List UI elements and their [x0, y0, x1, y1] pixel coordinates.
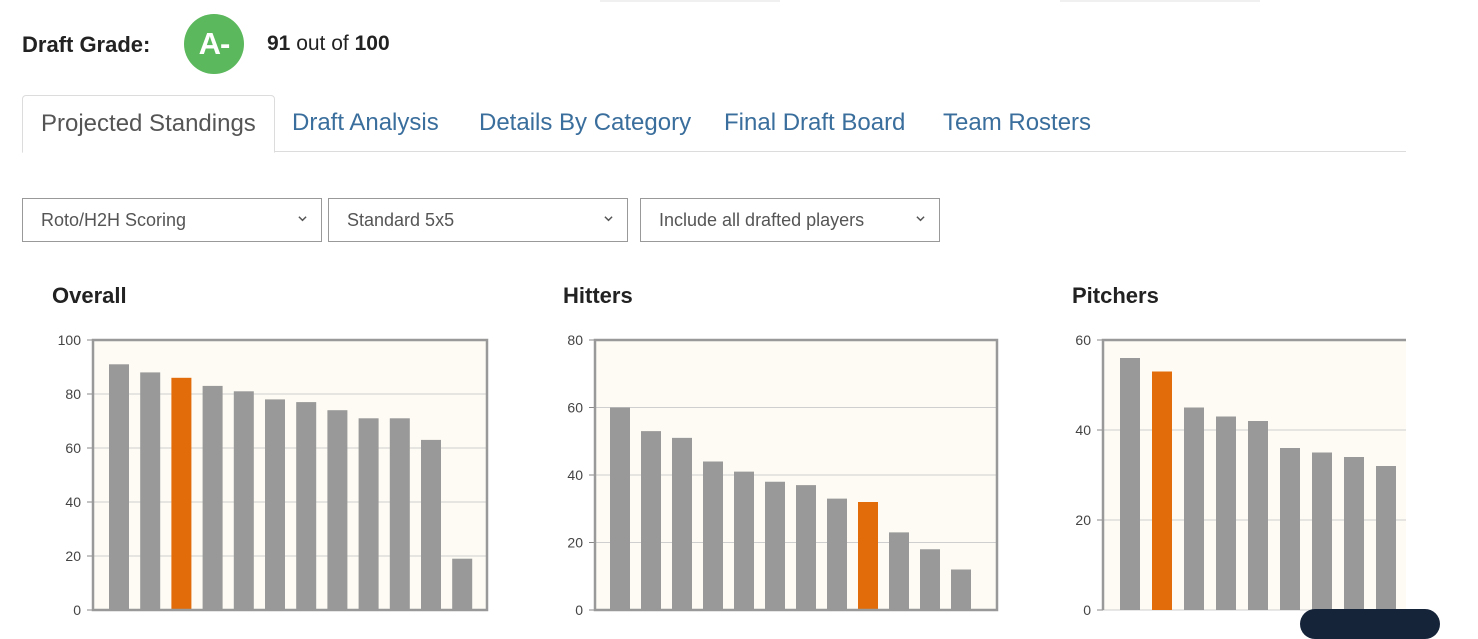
chart-title-overall: Overall [52, 283, 127, 308]
bar[interactable] [1184, 407, 1204, 611]
overall-bar-chart: 020406080100 [58, 332, 489, 618]
chevron-down-icon [604, 216, 613, 222]
bar[interactable] [734, 471, 754, 610]
chart-title-pitchers: Pitchers [1072, 283, 1159, 308]
y-tick-label: 60 [567, 400, 583, 416]
y-tick-label: 60 [65, 440, 81, 456]
chevron-down-icon [298, 216, 307, 222]
y-tick-label: 40 [65, 494, 81, 510]
chat-widget-button[interactable] [1300, 609, 1440, 639]
top-divider-right [1060, 0, 1260, 2]
bar-highlighted[interactable] [858, 502, 878, 610]
bar-highlighted[interactable] [1152, 371, 1172, 611]
bar[interactable] [452, 558, 473, 610]
bar[interactable] [672, 437, 692, 610]
bar[interactable] [296, 402, 317, 610]
bar[interactable] [233, 391, 254, 610]
draft-grade-row: Draft Grade: A- 91 out of 100 [22, 14, 722, 74]
bar[interactable] [140, 372, 161, 610]
players-select-value: Include all drafted players [659, 210, 865, 230]
y-tick-label: 40 [567, 467, 583, 483]
grade-score: 91 out of 100 [267, 32, 390, 56]
chart-title-hitters: Hitters [563, 283, 633, 308]
bar[interactable] [703, 461, 723, 611]
format-select-value: Standard 5x5 [347, 210, 455, 230]
y-tick-label: 40 [1075, 422, 1091, 438]
bar[interactable] [1376, 466, 1396, 610]
grade-out-of-text: out of [296, 32, 349, 55]
bar[interactable] [109, 364, 129, 610]
bar[interactable] [1248, 421, 1268, 610]
bar[interactable] [1312, 452, 1332, 611]
bar[interactable] [389, 418, 410, 610]
bar[interactable] [765, 481, 785, 610]
scoring-select-value: Roto/H2H Scoring [41, 210, 187, 230]
bar[interactable] [641, 431, 661, 610]
bar[interactable] [1216, 416, 1236, 611]
bar[interactable] [796, 485, 816, 610]
bar-highlighted[interactable] [171, 377, 192, 610]
bar[interactable] [827, 498, 847, 610]
bar[interactable] [202, 385, 223, 610]
bar[interactable] [265, 399, 285, 610]
bar[interactable] [358, 418, 379, 610]
scoring-select[interactable]: Roto/H2H Scoring [22, 198, 322, 242]
players-select[interactable]: Include all drafted players [640, 198, 940, 242]
grade-score-value: 91 [267, 32, 291, 55]
chevron-down-icon [916, 216, 925, 222]
bar[interactable] [610, 407, 630, 611]
pitchers-bar-chart: 0204060 [1075, 332, 1406, 618]
y-tick-label: 80 [567, 332, 583, 348]
tab-draft-analysis[interactable]: Draft Analysis [292, 95, 439, 152]
y-tick-label: 60 [1075, 332, 1091, 348]
y-tick-label: 20 [65, 548, 81, 564]
y-tick-label: 80 [65, 386, 81, 402]
bar[interactable] [889, 532, 909, 610]
bar[interactable] [1344, 457, 1364, 610]
grade-score-max: 100 [354, 32, 390, 55]
bar[interactable] [327, 410, 348, 610]
format-select[interactable]: Standard 5x5 [328, 198, 628, 242]
bar[interactable] [920, 549, 940, 610]
tab-projected-standings[interactable]: Projected Standings [22, 95, 275, 153]
tab-bar: Projected Standings Draft Analysis Detai… [22, 95, 1406, 153]
bar[interactable] [1280, 448, 1300, 610]
bar[interactable] [421, 439, 441, 610]
y-tick-label: 100 [58, 332, 82, 348]
draft-grade-label: Draft Grade: [22, 32, 151, 57]
y-tick-label: 20 [567, 535, 583, 551]
hitters-bar-chart: 020406080 [567, 332, 999, 618]
grade-badge: A- [184, 14, 244, 74]
bar[interactable] [951, 569, 971, 611]
top-divider-left [600, 0, 780, 2]
tab-final-draft-board[interactable]: Final Draft Board [724, 95, 905, 152]
bar[interactable] [1120, 358, 1140, 610]
tab-team-rosters[interactable]: Team Rosters [943, 95, 1091, 152]
y-tick-label: 20 [1075, 512, 1091, 528]
tab-details-by-category[interactable]: Details By Category [479, 95, 691, 152]
